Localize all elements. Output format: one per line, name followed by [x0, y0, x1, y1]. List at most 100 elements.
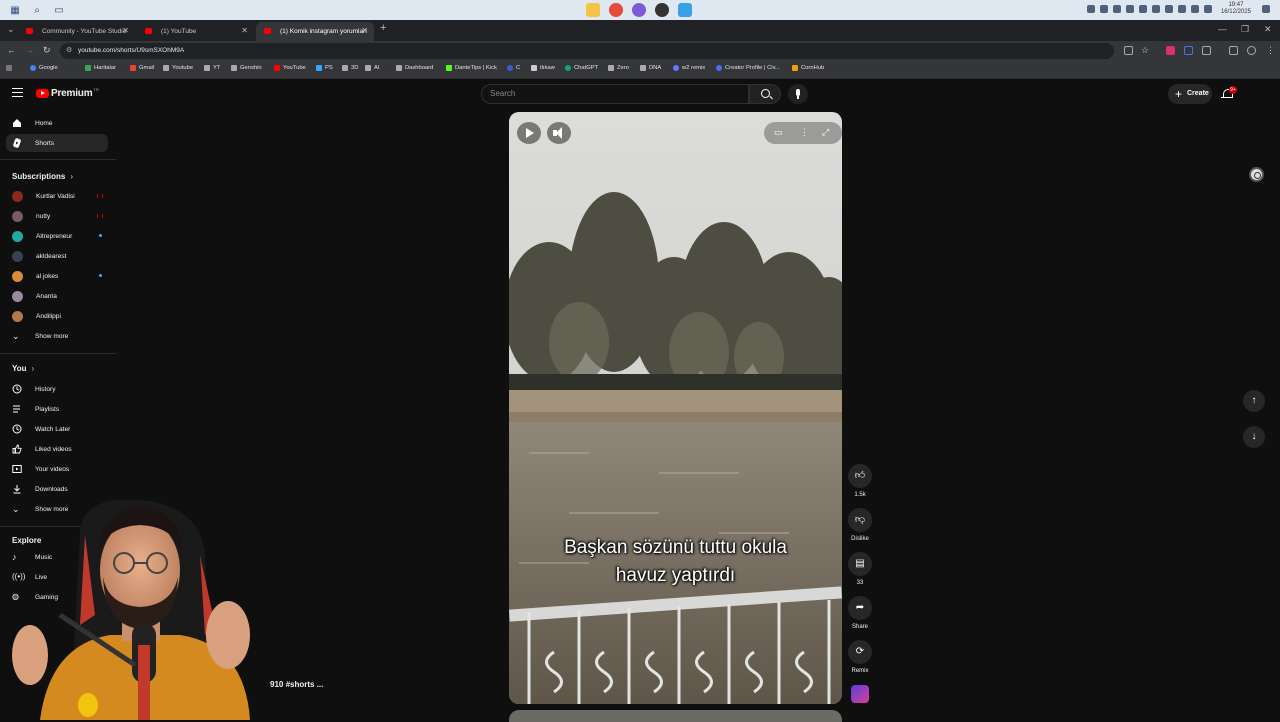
tray-icon[interactable] [1138, 5, 1147, 13]
bookmark-folder[interactable]: Genshin [231, 65, 262, 71]
app-icon[interactable] [632, 3, 646, 17]
bookmark-folder[interactable]: AI [365, 65, 379, 71]
share-action[interactable]: ➦ Share [848, 596, 872, 630]
browser-tab-active[interactable]: (1) Komik instagram yorumları ✕ [256, 22, 374, 41]
app-icon[interactable] [655, 3, 669, 17]
chrome-icon[interactable] [609, 3, 623, 17]
subscription-item[interactable]: Ananta [6, 287, 108, 305]
minimize-window-icon[interactable]: — [1218, 24, 1227, 34]
bookmark-item[interactable]: Haritalar [85, 65, 116, 71]
previous-short-button[interactable]: ↑ [1243, 390, 1265, 412]
sidebar-item-your-videos[interactable]: Your videos [6, 460, 108, 478]
comments-action[interactable]: ▤ 33 [848, 552, 872, 586]
site-info-icon[interactable]: ⚙ [66, 43, 72, 59]
sidebar-item-home[interactable]: Home [6, 114, 108, 132]
show-more-subscriptions[interactable]: ⌄ Show more [6, 327, 108, 345]
close-window-icon[interactable]: ✕ [1264, 24, 1272, 35]
channel-thumbnail[interactable] [851, 685, 869, 703]
subscription-item[interactable]: al jokes [6, 267, 108, 285]
bookmark-item[interactable]: w2 remix [673, 65, 705, 71]
subscription-item[interactable]: akldearest [6, 247, 108, 265]
remix-action[interactable]: ⟳ Remix [848, 640, 872, 674]
wifi-icon[interactable] [1190, 5, 1199, 13]
sidebar-item-history[interactable]: History [6, 380, 108, 398]
volume-icon[interactable] [1203, 5, 1212, 13]
tray-icon[interactable] [1099, 5, 1108, 13]
tray-icon[interactable] [1151, 5, 1160, 13]
sidebar-item-liked-videos[interactable]: Liked videos [6, 440, 108, 458]
sidebar-item-playlists[interactable]: Playlists [6, 400, 108, 418]
profile-icon[interactable] [1247, 46, 1256, 55]
extension-icon[interactable] [1166, 46, 1175, 55]
search-input[interactable]: Search [481, 84, 749, 104]
menu-icon[interactable] [12, 88, 23, 98]
volume-button[interactable] [547, 122, 571, 144]
browser-menu-icon[interactable]: ⋮ [1266, 45, 1275, 56]
dislike-button[interactable]: 👎︎ [848, 508, 872, 532]
share-button[interactable]: ➦ [848, 596, 872, 620]
comments-button[interactable]: ▤ [848, 552, 872, 576]
fullscreen-icon[interactable]: ⤢ [822, 127, 829, 138]
next-short-button[interactable]: ↓ [1243, 426, 1265, 448]
tray-icon[interactable] [1164, 5, 1173, 13]
bookmark-folder[interactable]: DNA [640, 65, 661, 71]
maximize-window-icon[interactable]: ❐ [1241, 24, 1249, 35]
sidebar-item-shorts[interactable]: Shorts [6, 134, 108, 152]
tray-icon[interactable] [1086, 5, 1095, 13]
system-clock[interactable]: 19:47 16/12/2025 [1221, 2, 1251, 16]
sidebar-item-watch-later[interactable]: Watch Later [6, 420, 108, 438]
sidebar-subscriptions-heading[interactable]: Subscriptions › [12, 172, 73, 181]
bookmark-star-icon[interactable]: ☆ [1141, 45, 1149, 56]
browser-tab[interactable]: Community - YouTube Studio ✕ [18, 22, 135, 41]
app-icon[interactable] [678, 3, 692, 17]
sidebar-icon[interactable] [1229, 46, 1238, 55]
task-view-icon[interactable]: ▭ [52, 3, 66, 17]
file-explorer-icon[interactable] [586, 3, 600, 17]
bookmark-item[interactable]: YouTube [274, 65, 306, 71]
bookmark-folder[interactable]: Youtube [163, 65, 193, 71]
bookmark-folder[interactable]: YT [204, 65, 220, 71]
subscription-item[interactable]: nutty [6, 207, 108, 225]
bookmark-item[interactable]: C [507, 65, 520, 71]
youtube-premium-logo[interactable]: Premium TR [36, 87, 99, 99]
bookmark-folder[interactable]: Zero [608, 65, 629, 71]
bookmark-folder[interactable]: Dashboard [396, 65, 433, 71]
like-button[interactable]: 👍︎ [848, 464, 872, 488]
tray-icon[interactable] [1112, 5, 1121, 13]
windows-start-icon[interactable]: ▦ [8, 3, 22, 17]
subscription-item[interactable]: Altrepreneur [6, 227, 108, 245]
close-tab-icon[interactable]: ✕ [241, 26, 248, 35]
bookmark-item[interactable]: Gmail [130, 65, 154, 71]
tab-list-icon[interactable]: ⌄ [7, 24, 15, 35]
apps-grid-icon[interactable] [6, 65, 15, 71]
close-tab-icon[interactable]: ✕ [361, 26, 368, 35]
tray-icon[interactable] [1177, 5, 1186, 13]
sidebar-you-heading[interactable]: You › [12, 364, 34, 373]
extensions-puzzle-icon[interactable] [1202, 46, 1211, 55]
forward-icon[interactable]: → [25, 45, 34, 55]
remix-button[interactable]: ⟳ [848, 640, 872, 664]
tray-icon[interactable] [1125, 5, 1134, 13]
voice-search-button[interactable] [788, 84, 808, 104]
captions-icon[interactable]: ▭ [774, 127, 783, 138]
bookmark-item[interactable]: PS [316, 65, 333, 71]
reload-icon[interactable]: ↻ [43, 45, 51, 56]
notifications-icon[interactable] [1262, 5, 1270, 13]
search-icon[interactable]: ⌕ [30, 3, 44, 17]
subscription-item[interactable]: Andilippi [6, 307, 108, 325]
bookmark-folder[interactable]: 3D [342, 65, 358, 71]
back-icon[interactable]: ← [7, 45, 16, 55]
dislike-action[interactable]: 👎︎ Dislike [848, 508, 872, 542]
shorts-video-player[interactable]: ▭ ⋮ ⤢ Başkan sözünü tuttu okula havuz ya… [509, 112, 842, 704]
bookmark-item[interactable]: Google [30, 65, 58, 71]
subscription-item[interactable]: Kurtlar Vadisi [6, 187, 108, 205]
search-button[interactable] [749, 84, 781, 104]
next-short-preview[interactable] [509, 710, 842, 722]
close-tab-icon[interactable]: ✕ [122, 26, 129, 35]
extension-icon[interactable] [1184, 46, 1193, 55]
browser-tab[interactable]: (1) YouTube ✕ [137, 22, 254, 41]
address-bar[interactable]: ⚙ youtube.com/shorts/U9smSXOhM9A [60, 43, 1114, 59]
bookmark-item[interactable]: Creator Profile | Civ... [716, 65, 780, 71]
install-app-icon[interactable] [1124, 46, 1133, 55]
play-button[interactable] [517, 122, 541, 144]
